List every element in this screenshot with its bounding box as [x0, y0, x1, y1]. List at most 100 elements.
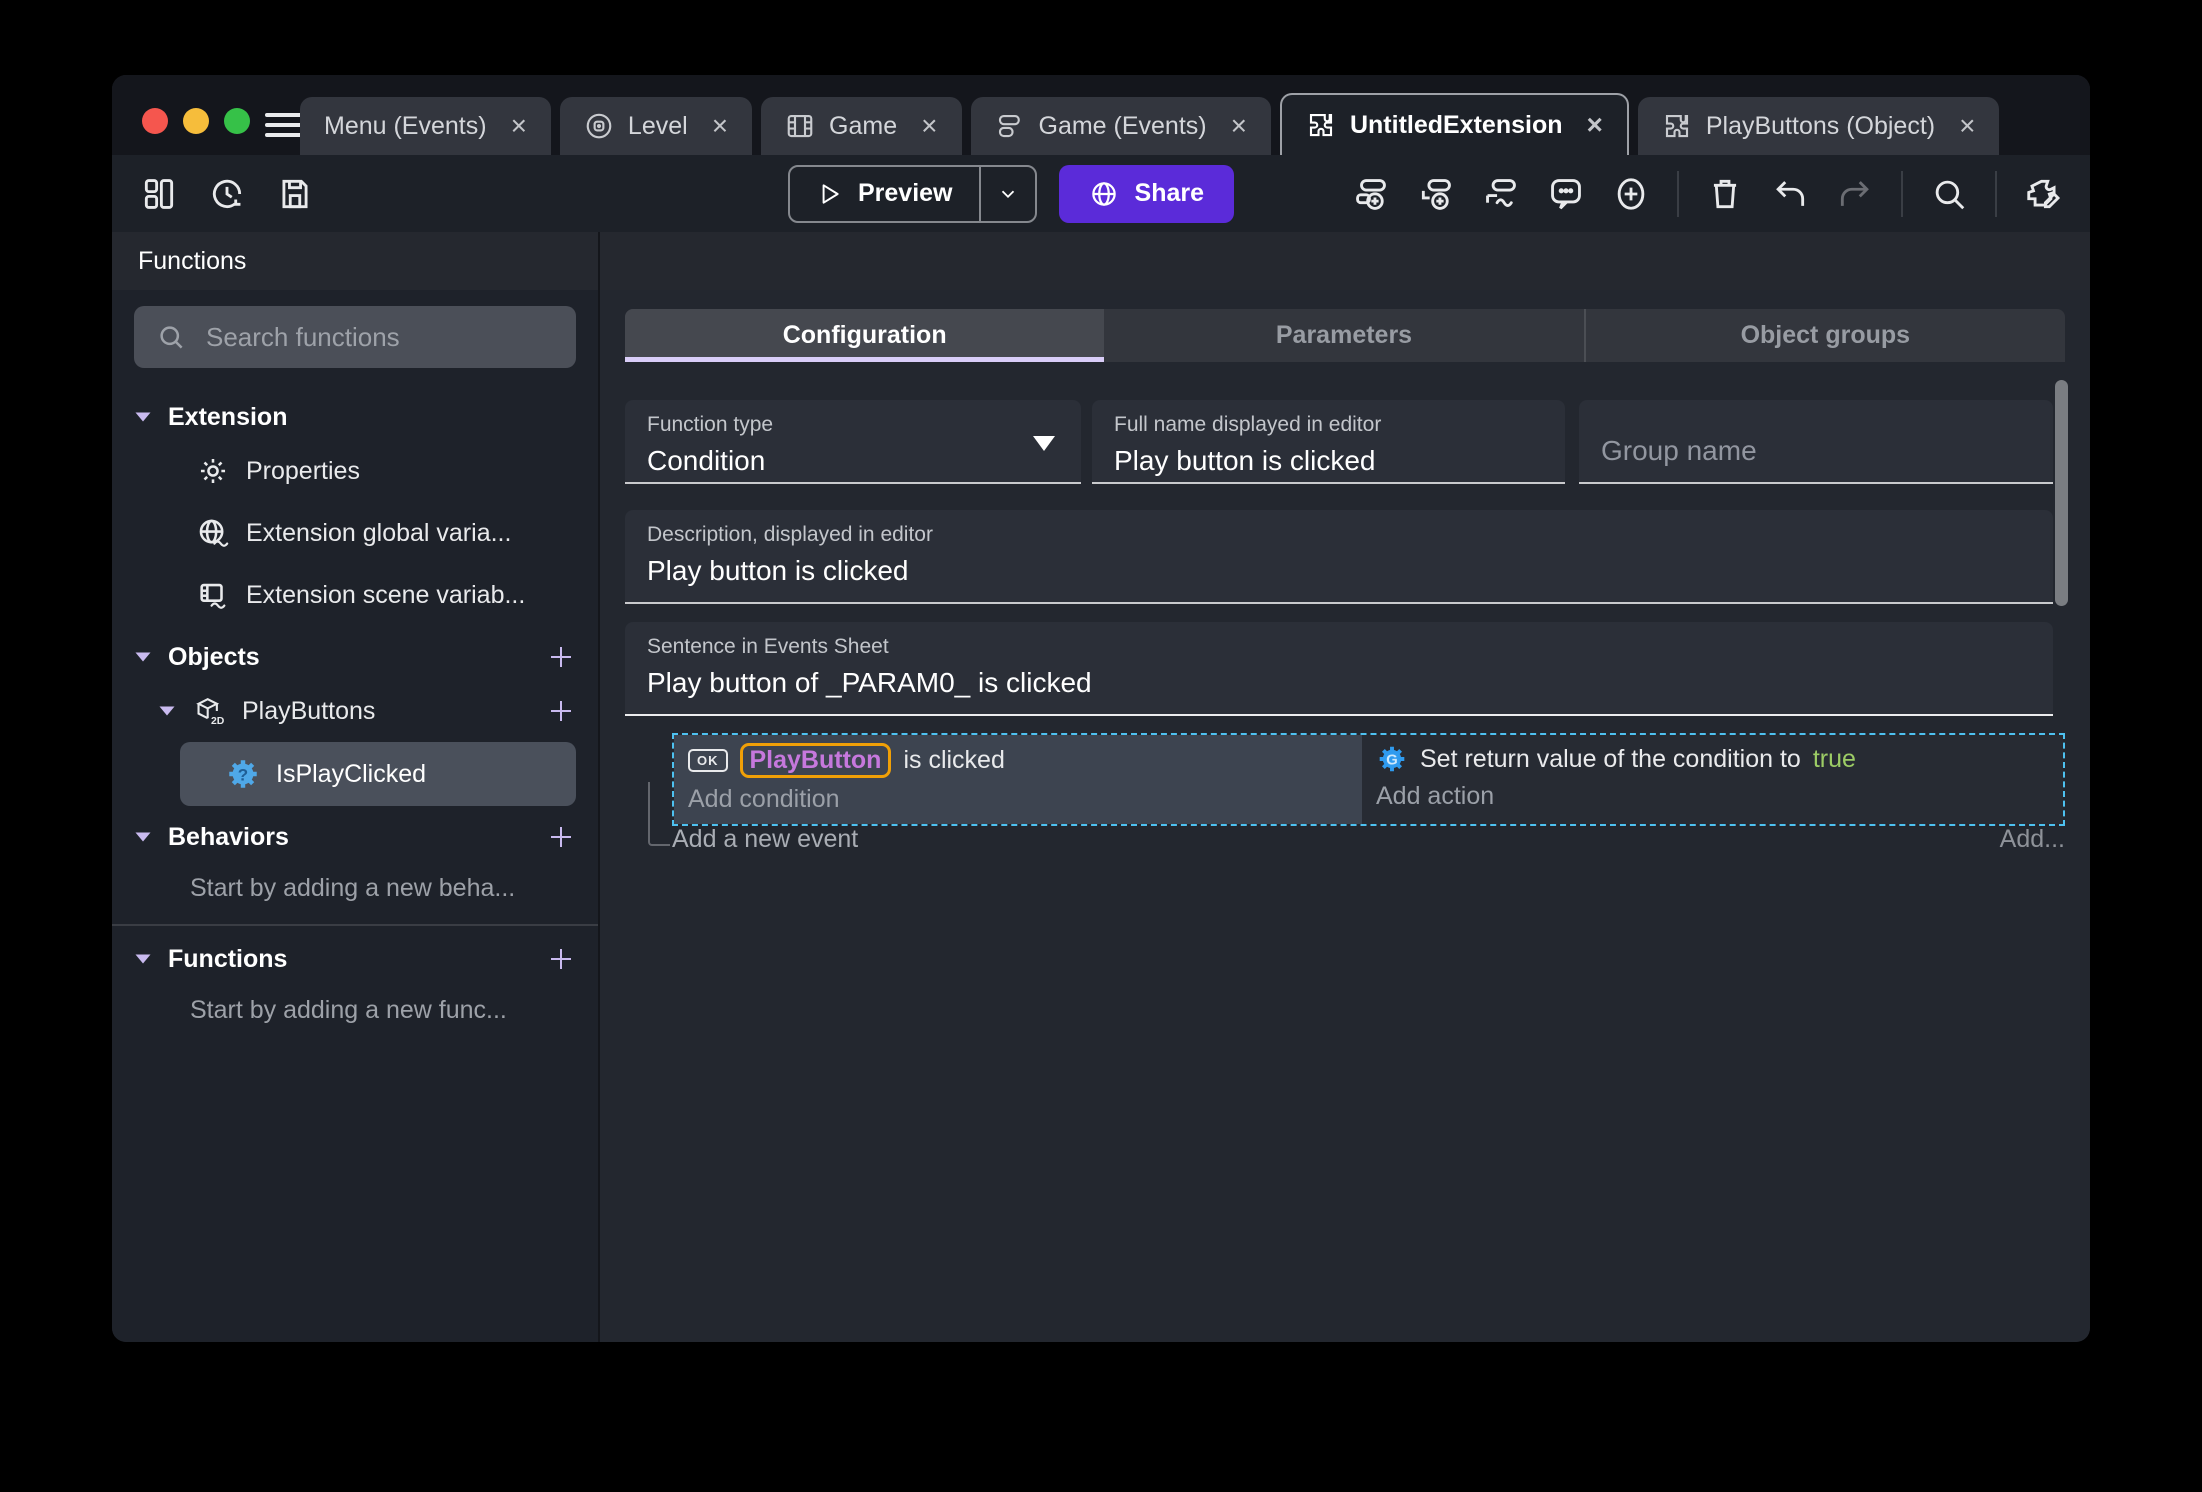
sidebar-item-extension-global-variables[interactable]: Extension global varia...: [112, 502, 598, 564]
sidebar-item-playbuttons[interactable]: 2D PlayButtons: [112, 680, 598, 742]
close-icon[interactable]: ×: [1959, 112, 1975, 140]
panel-headers: Functions Function Configuration: [112, 232, 2090, 461]
main-menu-icon[interactable]: [265, 113, 303, 137]
add-function-to-object-icon[interactable]: [546, 696, 576, 726]
add-other-event-icon[interactable]: [1482, 175, 1520, 213]
preview-button[interactable]: Preview: [788, 164, 1037, 223]
function-type-select[interactable]: Function type Condition: [625, 400, 1081, 484]
conditions-column[interactable]: OK PlayButton is clicked Add condition: [674, 735, 1362, 824]
close-icon[interactable]: ×: [1231, 112, 1247, 140]
close-icon[interactable]: ×: [1586, 111, 1602, 139]
add-free-function-icon[interactable]: [546, 944, 576, 974]
delete-icon[interactable]: [1706, 175, 1744, 213]
field-placeholder: Group name: [1601, 435, 1757, 466]
sentence-field[interactable]: Sentence in Events Sheet Play button of …: [625, 622, 2053, 716]
tab-object-groups[interactable]: Object groups: [1583, 309, 2065, 362]
home-dashboard-icon[interactable]: [140, 175, 178, 213]
item-label: IsPlayClicked: [276, 759, 427, 788]
chevron-down-icon: [135, 954, 151, 964]
add-object-icon[interactable]: [546, 642, 576, 672]
tab-configuration[interactable]: Configuration: [625, 309, 1105, 362]
sidebar-section-extension[interactable]: Extension: [112, 394, 598, 440]
add-event-icon[interactable]: [1352, 175, 1390, 213]
chevron-down-icon: [135, 832, 151, 842]
extension-puzzle-icon: [1665, 114, 1688, 138]
add-comment-icon[interactable]: [1547, 175, 1585, 213]
sidebar-section-behaviors[interactable]: Behaviors: [112, 814, 598, 860]
condition-object-name[interactable]: PlayButton: [739, 743, 892, 778]
sidebar-item-isplayclicked[interactable]: ? IsPlayClicked: [180, 742, 576, 806]
close-icon[interactable]: ×: [921, 112, 937, 140]
scrollbar-thumb[interactable]: [2055, 380, 2068, 606]
close-icon[interactable]: ×: [511, 112, 527, 140]
behaviors-empty-note: Start by adding a new beha...: [190, 873, 516, 902]
toolbar-separator: [1901, 170, 1903, 217]
toolbar-separator: [1995, 170, 1997, 217]
redo-icon[interactable]: [1836, 175, 1874, 213]
search-input[interactable]: [204, 320, 554, 354]
item-label: Extension scene variab...: [246, 580, 526, 609]
group-name-field[interactable]: Group name: [1579, 400, 2053, 484]
tab-untitled-extension[interactable]: UntitledExtension ×: [1279, 93, 1629, 155]
description-field[interactable]: Description, displayed in editor Play bu…: [625, 510, 2053, 604]
add-behavior-icon[interactable]: [546, 822, 576, 852]
tab-menu-events[interactable]: Menu (Events) ×: [300, 97, 551, 155]
search-icon[interactable]: [1930, 175, 1968, 213]
share-button[interactable]: Share: [1058, 164, 1234, 223]
event-tree-bracket: [648, 782, 670, 846]
editor-tabs: Menu (Events) × Level × Game × Game (Eve…: [300, 93, 2000, 155]
sidebar-section-functions[interactable]: Functions: [112, 936, 598, 982]
field-value: Condition: [647, 445, 766, 476]
tab-label: UntitledExtension: [1349, 110, 1563, 139]
app-window: Menu (Events) × Level × Game × Game (Eve…: [112, 75, 2090, 1342]
add-action-button[interactable]: Add action: [1376, 782, 2049, 811]
sidebar-item-properties[interactable]: Properties: [112, 440, 598, 502]
field-value: Play button is clicked: [1114, 445, 1376, 476]
field-label: Full name displayed in editor: [1114, 413, 1382, 436]
builtin-action-gear-icon: G: [1379, 746, 1405, 772]
tab-label: Configuration: [782, 321, 947, 349]
toolbar-separator: [1677, 170, 1679, 217]
functions-sidebar: Extension Properties Extension global va…: [112, 290, 600, 1342]
sidebar-item-extension-scene-variables[interactable]: Extension scene variab...: [112, 564, 598, 626]
play-icon: [822, 183, 839, 204]
sidebar-title: Functions: [112, 232, 600, 290]
tab-parameters[interactable]: Parameters: [1104, 309, 1583, 362]
close-window-button[interactable]: [142, 108, 168, 134]
function-configuration-panel: Configuration Parameters Object groups F…: [600, 290, 2090, 1342]
zoom-window-button[interactable]: [224, 108, 250, 134]
section-label: Extension: [168, 402, 288, 431]
share-label: Share: [1134, 179, 1204, 207]
add-new-event-button[interactable]: Add a new event: [672, 825, 858, 854]
sidebar-section-objects[interactable]: Objects: [112, 634, 598, 680]
section-label: Functions: [168, 944, 288, 973]
tab-playbuttons-object[interactable]: PlayButtons (Object) ×: [1637, 97, 2000, 155]
undo-icon[interactable]: [1771, 175, 1809, 213]
full-name-field[interactable]: Full name displayed in editor Play butto…: [1092, 400, 1565, 484]
tab-level[interactable]: Level ×: [559, 97, 753, 155]
tab-game-events[interactable]: Game (Events) ×: [970, 97, 1271, 155]
tab-game[interactable]: Game ×: [761, 97, 962, 155]
search-functions-box[interactable]: [134, 306, 576, 368]
item-label: Properties: [246, 456, 360, 485]
events-sheet-icon: [998, 114, 1020, 138]
edit-extension-icon[interactable]: [2024, 175, 2062, 213]
chevron-down-icon: [159, 706, 175, 716]
version-history-icon[interactable]: [208, 175, 246, 213]
add-subevent-icon[interactable]: [1417, 175, 1455, 213]
minimize-window-button[interactable]: [183, 108, 209, 134]
film-icon: [787, 114, 813, 138]
preview-options-button[interactable]: [978, 166, 1035, 221]
configuration-tabs: Configuration Parameters Object groups: [625, 309, 2065, 362]
action-text: Set return value of the condition to: [1420, 744, 1801, 773]
event-row[interactable]: OK PlayButton is clicked Add condition G…: [672, 733, 2065, 826]
save-icon[interactable]: [276, 175, 314, 213]
add-more-button[interactable]: Add...: [2000, 825, 2065, 854]
action-value[interactable]: true: [1813, 745, 1856, 774]
actions-column[interactable]: G Set return value of the condition to t…: [1362, 735, 2063, 824]
add-condition-button[interactable]: Add condition: [688, 785, 1348, 814]
close-icon[interactable]: ×: [712, 112, 728, 140]
add-circle-icon[interactable]: [1612, 175, 1650, 213]
tab-label: Game (Events): [1038, 111, 1207, 140]
tab-label: Object groups: [1740, 321, 1911, 349]
